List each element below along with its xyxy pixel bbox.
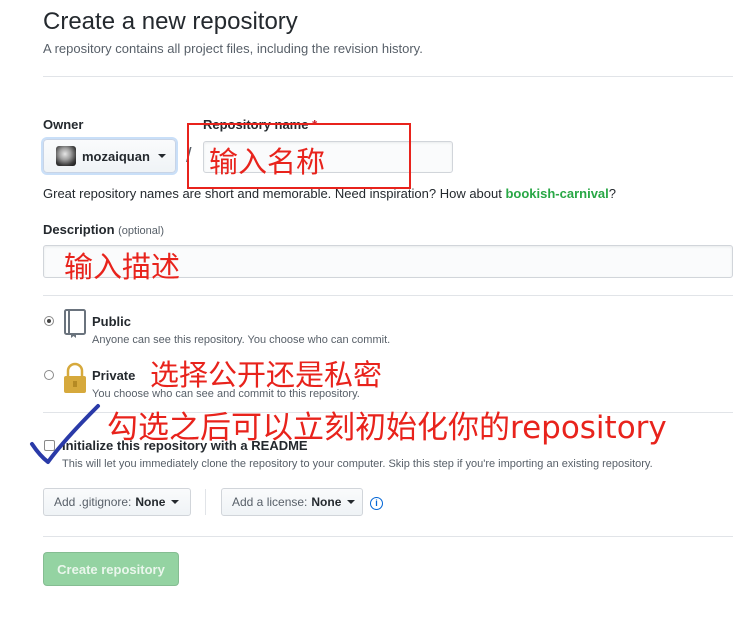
caret-down-icon — [157, 154, 166, 158]
license-value: None — [311, 495, 342, 509]
section-divider-3 — [43, 536, 733, 537]
annotation-description: 输入描述 — [64, 250, 181, 284]
info-icon[interactable]: i — [370, 497, 383, 510]
gitignore-value: None — [135, 495, 166, 509]
license-label: Add a license: — [232, 495, 308, 509]
section-divider — [43, 295, 733, 296]
annotation-name: 输入名称 — [209, 145, 326, 179]
annotation-readme: 勾选之后可以立刻初始化你的repository — [107, 410, 667, 446]
description-label-text: Description — [43, 222, 115, 237]
private-title: Private — [92, 368, 136, 383]
gitignore-label: Add .gitignore: — [54, 495, 132, 509]
gitignore-select[interactable]: Add .gitignore: None — [43, 488, 191, 516]
optional-tag: (optional) — [118, 225, 164, 237]
page-title: Create a new repository — [43, 8, 298, 35]
suggested-name-link[interactable]: bookish-carnival — [505, 186, 608, 201]
header-divider — [43, 76, 733, 77]
checkmark-annotation-icon — [30, 404, 100, 464]
owner-label: Owner — [43, 117, 84, 132]
avatar — [56, 146, 76, 166]
public-radio[interactable] — [44, 316, 54, 326]
owner-select[interactable]: mozaiquan — [43, 139, 176, 173]
repo-book-icon — [64, 309, 86, 338]
license-select[interactable]: Add a license: None — [221, 488, 363, 516]
public-title: Public — [92, 314, 132, 329]
annotation-visibility: 选择公开还是私密 — [150, 358, 383, 392]
private-radio[interactable] — [44, 370, 54, 380]
hint-suffix: ? — [608, 186, 617, 201]
public-description: Anyone can see this repository. You choo… — [92, 334, 391, 346]
caret-down-icon — [347, 500, 356, 504]
readme-description: This will let you immediately clone the … — [62, 458, 653, 470]
caret-down-icon — [171, 500, 180, 504]
select-divider — [205, 489, 206, 515]
lock-icon — [64, 362, 86, 393]
create-repository-button[interactable]: Create repository — [43, 552, 179, 586]
description-label: Description (optional) — [43, 222, 164, 237]
owner-value: mozaiquan — [82, 148, 150, 164]
page-subtitle: A repository contains all project files,… — [43, 41, 423, 56]
